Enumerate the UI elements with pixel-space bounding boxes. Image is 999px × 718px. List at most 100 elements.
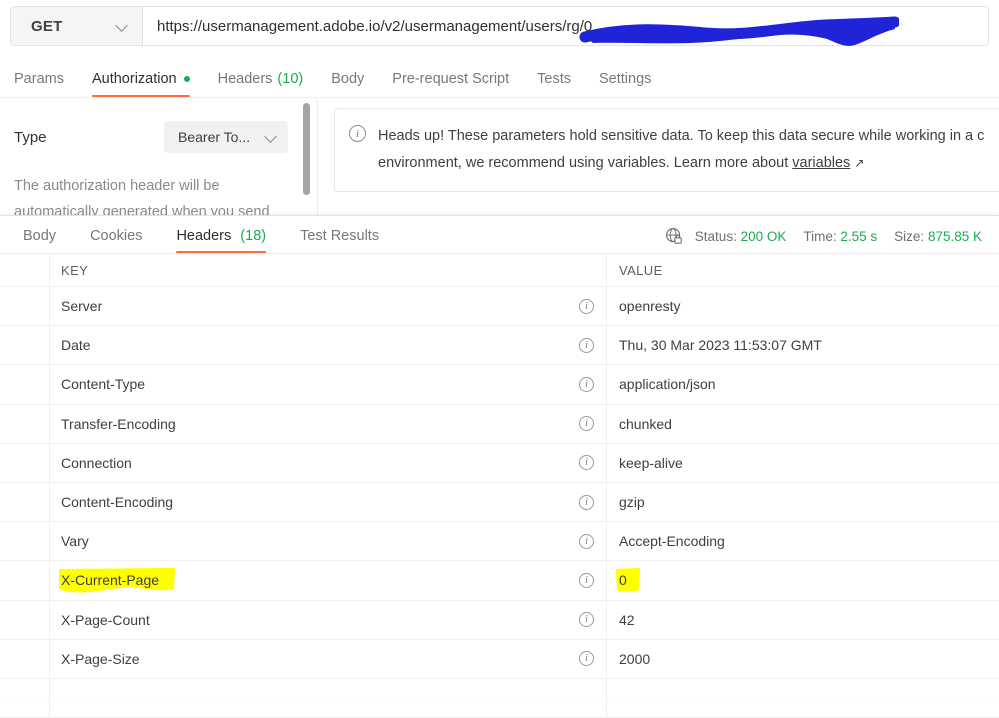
header-key-cell: Vary i bbox=[50, 522, 607, 561]
tab-authorization-label: Authorization bbox=[91, 71, 177, 87]
table-row[interactable]: X-Page-Size i 2000 bbox=[0, 639, 999, 679]
table-gutter-cell bbox=[0, 365, 50, 404]
info-icon[interactable]: i bbox=[579, 376, 594, 392]
header-value-text: gzip bbox=[619, 494, 645, 511]
response-tab-cookies-label: Cookies bbox=[90, 228, 143, 244]
header-value-cell: keep-alive bbox=[607, 444, 999, 482]
response-tab-cookies[interactable]: Cookies bbox=[90, 228, 142, 253]
external-link-icon: ↗ bbox=[854, 156, 865, 170]
banner-line-2-prefix: environment, we recommend using variable… bbox=[378, 155, 793, 171]
tab-settings[interactable]: Settings bbox=[599, 71, 651, 97]
auth-type-label: Type bbox=[14, 128, 47, 146]
header-key-cell bbox=[50, 678, 607, 718]
response-headers-table: KEY VALUE Server i openresty Date i Thu,… bbox=[0, 254, 999, 718]
header-value-cell: openresty bbox=[607, 287, 999, 325]
tab-params[interactable]: Params bbox=[14, 71, 64, 97]
table-gutter-cell bbox=[0, 254, 50, 286]
info-icon[interactable]: i bbox=[579, 651, 594, 667]
status-label: Status: bbox=[694, 228, 737, 244]
table-row[interactable]: Connection i keep-alive bbox=[0, 443, 999, 483]
authorization-scrollbar[interactable] bbox=[303, 103, 310, 195]
header-value-text: 2000 bbox=[619, 650, 651, 667]
table-row[interactable]: Server i openresty bbox=[0, 287, 999, 327]
auth-type-select[interactable]: Bearer To... bbox=[164, 121, 288, 153]
header-key-cell: X-Current-Page i bbox=[50, 561, 607, 600]
column-header-key-label: KEY bbox=[61, 262, 89, 278]
table-gutter-cell bbox=[0, 326, 50, 365]
header-key-cell: X-Page-Size i bbox=[50, 639, 607, 678]
response-pane: Body Cookies Headers (18) Test Results S… bbox=[0, 215, 999, 718]
status-value: 200 OK bbox=[740, 228, 787, 244]
size-value: 875.85 K bbox=[927, 228, 982, 244]
authorization-settings-column: Type Bearer To... The authorization head… bbox=[0, 99, 318, 215]
response-tab-headers[interactable]: Headers (18) bbox=[176, 228, 266, 253]
table-gutter-cell bbox=[0, 639, 50, 678]
tab-tests-label: Tests bbox=[537, 71, 571, 87]
url-input[interactable]: https://usermanagement.adobe.io/v2/userm… bbox=[143, 7, 988, 45]
chevron-down-icon bbox=[265, 131, 277, 143]
info-icon[interactable]: i bbox=[579, 416, 594, 432]
response-tab-test-results[interactable]: Test Results bbox=[300, 228, 379, 253]
sensitive-data-banner-text: Heads up! These parameters hold sensitiv… bbox=[378, 123, 984, 177]
size-label: Size: bbox=[894, 228, 925, 244]
table-row[interactable]: Vary i Accept-Encoding bbox=[0, 522, 999, 562]
info-icon[interactable]: i bbox=[579, 337, 594, 353]
time-indicator: Time: 2.55 s bbox=[803, 229, 877, 244]
response-tab-body[interactable]: Body bbox=[23, 228, 56, 253]
header-key-cell: X-Page-Count i bbox=[50, 600, 607, 639]
table-gutter-cell bbox=[0, 678, 50, 718]
header-key-text: Vary bbox=[61, 533, 89, 550]
table-row[interactable]: Date i Thu, 30 Mar 2023 11:53:07 GMT bbox=[0, 326, 999, 366]
header-value-cell: 42 bbox=[607, 601, 999, 639]
info-icon[interactable]: i bbox=[579, 533, 594, 549]
table-row[interactable]: Content-Type i application/json bbox=[0, 365, 999, 405]
tab-headers-label: Headers bbox=[217, 71, 273, 87]
header-value-text: application/json bbox=[619, 376, 716, 393]
response-tab-headers-count: (18) bbox=[240, 228, 267, 244]
info-icon[interactable]: i bbox=[579, 572, 594, 588]
tab-authorization[interactable]: Authorization bbox=[91, 71, 190, 97]
table-header-row: KEY VALUE bbox=[0, 254, 999, 287]
table-gutter-cell bbox=[0, 404, 50, 443]
auth-description: The authorization header will be automat… bbox=[14, 178, 270, 215]
response-tab-body-label: Body bbox=[23, 228, 57, 244]
table-row[interactable]: X-Page-Count i 42 bbox=[0, 600, 999, 640]
response-meta: Status: 200 OK Time: 2.55 s Size: 875.85… bbox=[665, 227, 999, 245]
header-value-text: Accept-Encoding bbox=[619, 533, 725, 550]
tab-tests[interactable]: Tests bbox=[537, 71, 571, 97]
header-value-cell: 0 bbox=[607, 561, 999, 599]
tab-pre-request-script[interactable]: Pre-request Script bbox=[392, 71, 509, 97]
header-key-text: X-Page-Size bbox=[61, 650, 140, 667]
table-gutter-cell bbox=[0, 287, 50, 326]
table-gutter-cell bbox=[0, 482, 50, 522]
time-label: Time: bbox=[803, 228, 837, 244]
header-value-cell: Accept-Encoding bbox=[607, 522, 999, 560]
table-row[interactable] bbox=[0, 678, 999, 718]
tab-headers[interactable]: Headers (10) bbox=[218, 71, 304, 97]
table-row[interactable]: Content-Encoding i gzip bbox=[0, 482, 999, 523]
info-icon[interactable]: i bbox=[579, 298, 594, 314]
header-value-cell: gzip bbox=[607, 483, 999, 521]
header-value-text: 0 bbox=[619, 572, 627, 589]
tab-body[interactable]: Body bbox=[331, 71, 364, 97]
header-key-text: Transfer-Encoding bbox=[61, 415, 176, 432]
column-header-key: KEY bbox=[50, 254, 607, 286]
table-gutter-cell bbox=[0, 522, 50, 561]
header-value-text: chunked bbox=[619, 415, 672, 432]
response-tab-strip: Body Cookies Headers (18) Test Results S… bbox=[0, 216, 999, 254]
table-row[interactable]: Transfer-Encoding i chunked bbox=[0, 404, 999, 444]
header-key-text: Content-Type bbox=[61, 376, 146, 393]
auth-type-row: Type Bearer To... bbox=[0, 99, 317, 153]
table-gutter-cell bbox=[0, 561, 50, 600]
variables-link[interactable]: variables bbox=[792, 155, 850, 171]
table-row[interactable]: X-Current-Page i 0 bbox=[0, 561, 999, 601]
info-icon[interactable]: i bbox=[579, 612, 594, 628]
info-icon[interactable]: i bbox=[579, 494, 594, 510]
authorization-pane: Type Bearer To... The authorization head… bbox=[0, 99, 999, 215]
sensitive-data-banner: i Heads up! These parameters hold sensit… bbox=[334, 108, 999, 192]
column-header-value-label: VALUE bbox=[619, 262, 663, 278]
globe-lock-icon bbox=[665, 228, 682, 244]
info-icon[interactable]: i bbox=[579, 455, 594, 471]
http-method-select[interactable]: GET bbox=[11, 7, 143, 45]
chevron-down-icon bbox=[116, 20, 128, 32]
